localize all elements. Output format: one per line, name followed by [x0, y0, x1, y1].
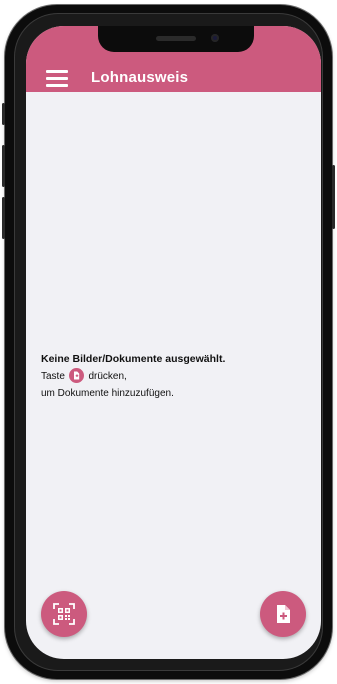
empty-state-headline: Keine Bilder/Dokumente ausgewählt. [41, 353, 226, 365]
add-document-icon [68, 367, 84, 383]
power-button [332, 165, 335, 229]
volume-up-button [2, 145, 5, 187]
empty-state-line3: um Dokumente hinzuzufügen. [41, 388, 174, 399]
app-bar: Lohnausweis [26, 26, 321, 92]
app-screen: Lohnausweis Keine Bilder/Dokumente ausge… [26, 26, 321, 659]
empty-state-message: Keine Bilder/Dokumente ausgewählt. Taste… [41, 351, 301, 402]
add-document-button[interactable] [260, 591, 306, 637]
hamburger-menu-icon[interactable] [46, 70, 70, 88]
add-document-icon [277, 605, 290, 623]
device-notch [98, 26, 254, 52]
front-camera [211, 34, 219, 42]
instruction-text-after: drücken, [88, 371, 127, 382]
scan-qr-button[interactable] [41, 591, 87, 637]
instruction-text-before: Taste [41, 371, 65, 382]
page-title: Lohnausweis [91, 69, 189, 86]
mute-switch [2, 103, 5, 125]
speaker-grille [156, 36, 196, 41]
volume-down-button [2, 197, 5, 239]
qr-scan-icon [53, 603, 75, 625]
empty-state-instruction: Taste drücken, [41, 367, 301, 385]
